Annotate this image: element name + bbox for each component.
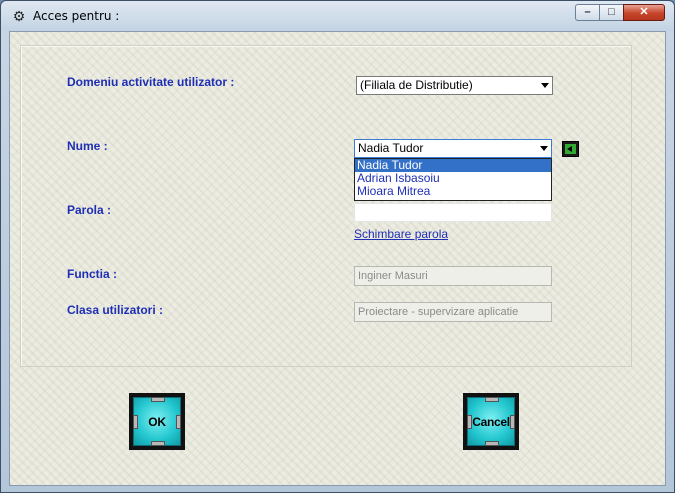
clasa-field: Proiectare - supervizare aplicatie	[354, 302, 552, 322]
nume-dropdown-list[interactable]: Nadia Tudor Adrian Isbasoiu Mioara Mitre…	[354, 158, 552, 201]
previous-user-button[interactable]	[562, 141, 579, 157]
maximize-button[interactable]: □	[599, 4, 624, 21]
chevron-down-icon[interactable]	[540, 146, 548, 151]
dialog-window: ⚙ Acces pentru : – □ ✕ Domeniu activitat…	[0, 0, 675, 493]
cancel-button[interactable]: Cancel	[463, 393, 519, 450]
nume-value: Nadia Tudor	[358, 141, 424, 155]
title-bar[interactable]: ⚙ Acces pentru : – □ ✕	[1, 1, 674, 31]
domeniu-select[interactable]: (Filiala de Distributie)	[356, 76, 553, 95]
chevron-down-icon[interactable]	[541, 83, 549, 88]
nume-label: Nume :	[67, 139, 108, 153]
gears-icon: ⚙	[12, 8, 26, 24]
parola-input[interactable]	[354, 203, 552, 222]
schimbare-parola-link[interactable]: Schimbare parola	[354, 227, 448, 241]
ok-button[interactable]: OK	[129, 393, 185, 450]
close-button[interactable]: ✕	[623, 4, 665, 21]
ok-label: OK	[148, 415, 166, 429]
domeniu-label: Domeniu activitate utilizator :	[67, 75, 235, 89]
client-area: Domeniu activitate utilizator : (Filiala…	[9, 31, 666, 486]
functia-label: Functia :	[67, 267, 117, 281]
clasa-label: Clasa utilizatori :	[67, 303, 164, 317]
arrow-left-icon	[565, 144, 576, 154]
parola-label: Parola :	[67, 203, 112, 217]
functia-field: Inginer Masuri	[354, 266, 552, 286]
minimize-button[interactable]: –	[575, 4, 600, 21]
nume-select[interactable]: Nadia Tudor	[354, 139, 552, 158]
domeniu-value: (Filiala de Distributie)	[360, 78, 473, 92]
window-title: Acces pentru :	[33, 9, 120, 23]
dropdown-option[interactable]: Mioara Mitrea	[355, 185, 551, 198]
cancel-label: Cancel	[472, 415, 510, 429]
